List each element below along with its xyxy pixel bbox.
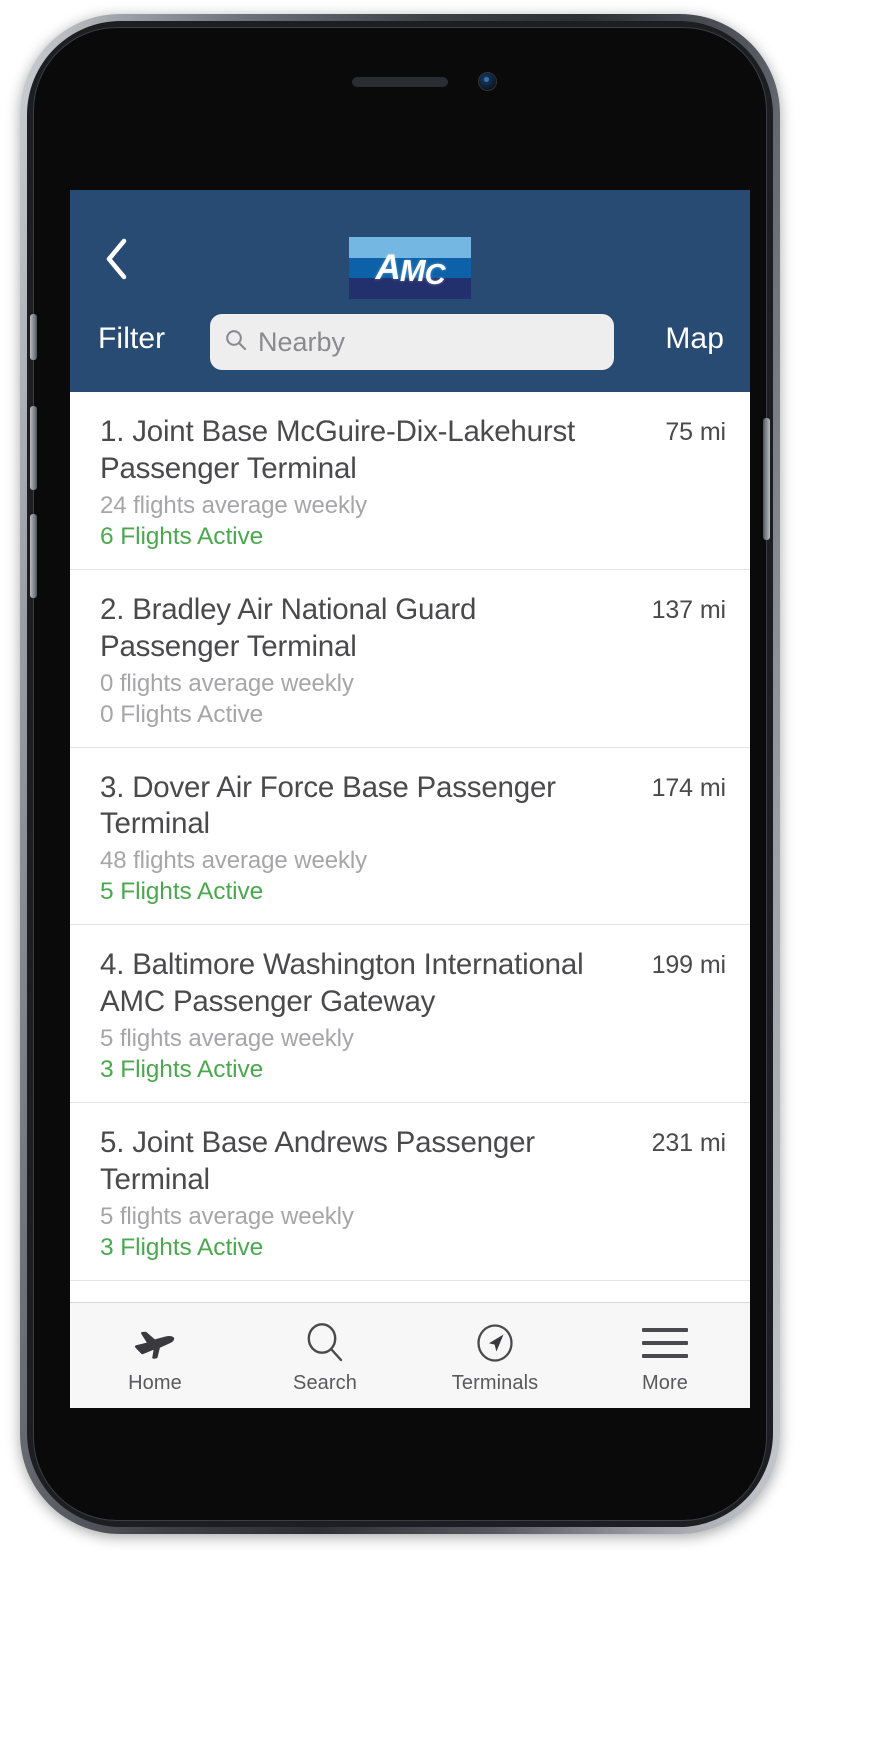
terminal-distance: 137 mi: [651, 595, 727, 624]
tab-search-label: Search: [293, 1372, 357, 1394]
terminal-distance: 75 mi: [665, 418, 726, 446]
amc-logo-letter-m: M: [399, 253, 426, 288]
navigation-compass-icon: [473, 1320, 517, 1366]
mute-switch[interactable]: [30, 314, 37, 360]
table-row[interactable]: 4. Baltimore Washington International AM…: [70, 925, 750, 1103]
terminal-row-main: 5. Joint Base Andrews Passenger Terminal…: [100, 1125, 726, 1199]
terminal-title: 4. Baltimore Washington International AM…: [100, 948, 584, 1019]
status-badge: 3 Flights Active: [100, 1056, 264, 1083]
tab-more[interactable]: More: [580, 1303, 750, 1408]
status-badge: 3 Flights Active: [100, 1233, 264, 1261]
amc-logo: AMC: [349, 237, 471, 299]
app-header: AMC Filter Nearby Map: [70, 190, 750, 392]
status-badge: 0 Flights Active: [100, 700, 264, 728]
filter-button[interactable]: Filter: [98, 322, 165, 356]
terminal-weekly-flights: 48 flights average weekly: [100, 847, 367, 875]
terminal-distance: 231 mi: [651, 1129, 727, 1157]
app-header-top-row: AMC: [70, 190, 750, 308]
table-row[interactable]: 3. Dover Air Force Base Passenger Termin…: [70, 748, 750, 926]
hamburger-bars: [642, 1328, 688, 1358]
terminal-distance: 199 mi: [651, 951, 727, 980]
terminal-list: 1. Joint Base McGuire-Dix-Lakehurst Pass…: [70, 392, 750, 1281]
tab-terminals[interactable]: Terminals: [410, 1303, 580, 1408]
terminal-distance: 174 mi: [651, 773, 727, 802]
phone-frame: AMC Filter Nearby Map 1. Joint Base McGu…: [20, 14, 780, 1534]
device-stage: AMC Filter Nearby Map 1. Joint Base McGu…: [0, 0, 879, 1753]
search-field-wrapper[interactable]: [210, 314, 614, 370]
table-row[interactable]: 1. Joint Base McGuire-Dix-Lakehurst Pass…: [70, 392, 750, 570]
tab-home[interactable]: Home: [70, 1303, 240, 1408]
front-camera: [478, 72, 497, 91]
back-button[interactable]: [94, 234, 138, 284]
terminal-weekly-flights: 24 flights average weekly: [100, 491, 367, 519]
amc-logo-letter-a: A: [375, 248, 400, 287]
search-icon: [303, 1320, 347, 1366]
terminal-row-main: 1. Joint Base McGuire-Dix-Lakehurst Pass…: [100, 414, 726, 488]
amc-logo-letter-c: C: [424, 258, 446, 291]
table-row[interactable]: 5. Joint Base Andrews Passenger Terminal…: [70, 1103, 750, 1281]
tab-home-label: Home: [128, 1372, 182, 1394]
terminal-row-main: 4. Baltimore Washington International AM…: [100, 947, 726, 1021]
tab-search[interactable]: Search: [240, 1303, 410, 1408]
terminal-title: 3. Dover Air Force Base Passenger Termin…: [100, 770, 556, 841]
terminal-weekly-flights: 0 flights average weekly: [100, 669, 354, 697]
amc-logo-text: AMC: [349, 237, 471, 299]
tab-more-label: More: [642, 1372, 688, 1394]
terminal-row-main: 2. Bradley Air National Guard Passenger …: [100, 592, 726, 666]
tab-terminals-label: Terminals: [451, 1372, 539, 1394]
search-icon: [224, 328, 248, 357]
volume-up-button[interactable]: [30, 406, 37, 490]
terminal-weekly-flights: 5 flights average weekly: [100, 1025, 354, 1052]
chevron-left-icon: [103, 237, 129, 281]
terminal-title: 2. Bradley Air National Guard Passenger …: [100, 592, 477, 663]
terminal-title: 5. Joint Base Andrews Passenger Terminal: [100, 1126, 535, 1196]
power-button[interactable]: [763, 418, 770, 540]
map-button[interactable]: Map: [665, 322, 724, 356]
phone-bezel: AMC Filter Nearby Map 1. Joint Base McGu…: [33, 27, 767, 1521]
search-input[interactable]: [258, 326, 600, 358]
terminal-title: 1. Joint Base McGuire-Dix-Lakehurst Pass…: [100, 415, 576, 485]
status-badge: 6 Flights Active: [100, 522, 264, 550]
hamburger-menu-icon: [642, 1320, 688, 1366]
app-header-search-row: Filter Map: [70, 308, 750, 392]
phone-screen: AMC Filter Nearby Map 1. Joint Base McGu…: [70, 190, 750, 1408]
bottom-tab-bar: Home Search Terminals More: [70, 1302, 750, 1408]
terminal-row-main: 3. Dover Air Force Base Passenger Termin…: [100, 770, 726, 844]
table-row[interactable]: 2. Bradley Air National Guard Passenger …: [70, 570, 750, 748]
terminal-weekly-flights: 5 flights average weekly: [100, 1202, 354, 1230]
earpiece-speaker: [352, 77, 448, 87]
airplane-icon: [132, 1320, 178, 1366]
status-badge: 5 Flights Active: [100, 878, 264, 906]
volume-down-button[interactable]: [30, 514, 37, 598]
